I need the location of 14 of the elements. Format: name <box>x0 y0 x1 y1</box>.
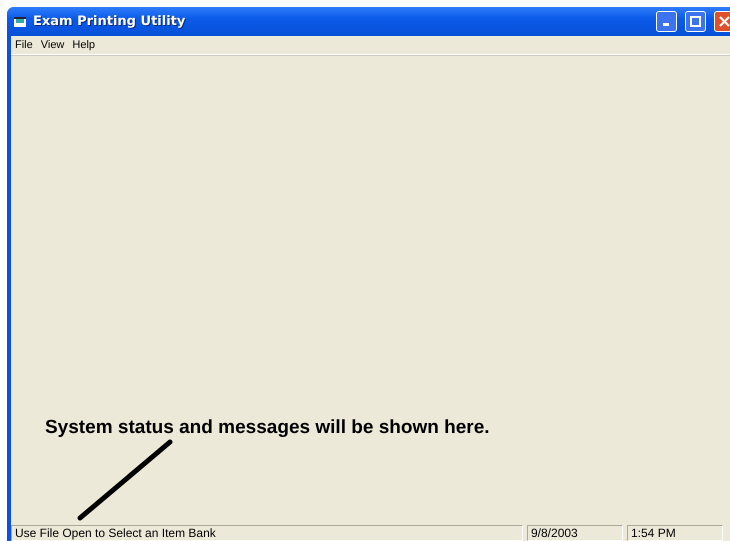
menu-item[interactable]: File <box>11 39 37 51</box>
window-title: Exam Printing Utility <box>33 14 186 29</box>
close-button[interactable] <box>714 11 730 32</box>
menu-item[interactable]: View <box>36 39 68 51</box>
close-icon <box>719 16 730 27</box>
status-pane: Use File Open to Select an Item Bank <box>11 525 523 541</box>
maximize-button[interactable] <box>685 11 706 32</box>
minimize-button[interactable] <box>656 11 677 32</box>
status-pane: 9/8/2003 <box>527 525 623 541</box>
menu-item[interactable]: Help <box>68 39 100 51</box>
window-icon <box>13 16 27 28</box>
annotation-text: System status and messages will be shown here. <box>45 417 491 439</box>
status-pane: 1:54 PM <box>627 525 723 541</box>
maximize-icon <box>690 16 701 27</box>
